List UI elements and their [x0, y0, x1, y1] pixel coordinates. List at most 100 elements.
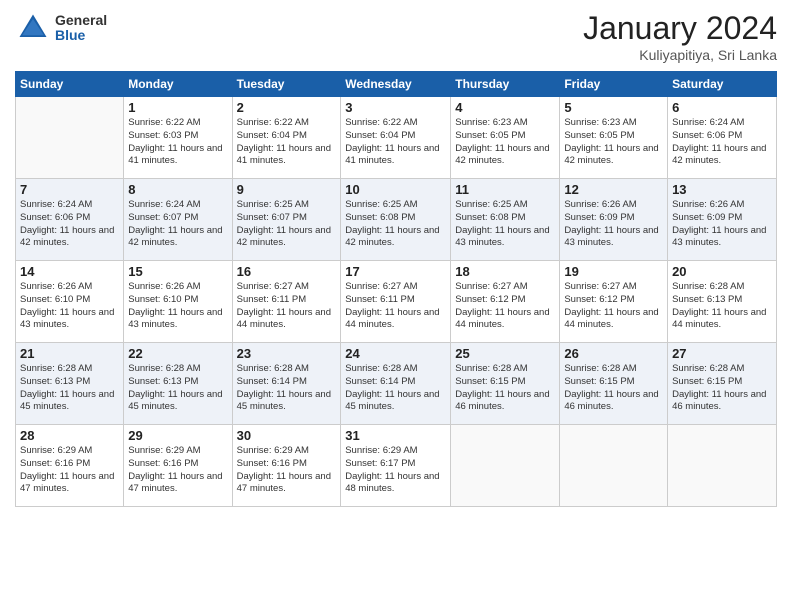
col-thursday: Thursday: [451, 72, 560, 97]
day-number: 12: [564, 182, 663, 197]
logo: General Blue: [15, 10, 107, 46]
table-row: 5Sunrise: 6:23 AMSunset: 6:05 PMDaylight…: [560, 97, 668, 179]
day-info: Sunrise: 6:22 AMSunset: 6:04 PMDaylight:…: [345, 117, 446, 168]
table-row: [16, 97, 124, 179]
logo-blue: Blue: [55, 28, 107, 43]
day-number: 21: [20, 346, 119, 361]
table-row: [560, 425, 668, 507]
day-info: Sunrise: 6:22 AMSunset: 6:04 PMDaylight:…: [237, 117, 337, 168]
day-number: 13: [672, 182, 772, 197]
day-number: 30: [237, 428, 337, 443]
col-monday: Monday: [124, 72, 232, 97]
day-number: 2: [237, 100, 337, 115]
day-number: 1: [128, 100, 227, 115]
day-info: Sunrise: 6:27 AMSunset: 6:12 PMDaylight:…: [455, 281, 555, 332]
table-row: 6 Sunrise: 6:24 AMSunset: 6:06 PMDaylight…: [668, 97, 777, 179]
table-row: 25 Sunrise: 6:28 AMSunset: 6:15 PMDayligh…: [451, 343, 560, 425]
table-row: 3 Sunrise: 6:22 AMSunset: 6:04 PMDaylight…: [341, 97, 451, 179]
table-row: 23Sunrise: 6:28 AMSunset: 6:14 PMDayligh…: [232, 343, 341, 425]
col-friday: Friday: [560, 72, 668, 97]
calendar-row: 28 Sunrise: 6:29 AMSunset: 6:16 PMDayligh…: [16, 425, 777, 507]
calendar-table: Sunday Monday Tuesday Wednesday Thursday…: [15, 71, 777, 507]
day-number: 4: [455, 100, 555, 115]
day-info: Sunrise: 6:27 AMSunset: 6:12 PMDaylight:…: [564, 281, 663, 332]
table-row: 26Sunrise: 6:28 AMSunset: 6:15 PMDayligh…: [560, 343, 668, 425]
day-number: 15: [128, 264, 227, 279]
day-info: Sunrise: 6:24 AMSunset: 6:06 PMDaylight:…: [20, 199, 119, 250]
day-number: 27: [672, 346, 772, 361]
day-number: 11: [455, 182, 555, 197]
calendar-row: 14Sunrise: 6:26 AMSunset: 6:10 PMDayligh…: [16, 261, 777, 343]
calendar-row: 1 Sunrise: 6:22 AMSunset: 6:03 PMDaylight…: [16, 97, 777, 179]
day-info: Sunrise: 6:28 AMSunset: 6:13 PMDaylight:…: [128, 363, 227, 414]
table-row: 11Sunrise: 6:25 AMSunset: 6:08 PMDayligh…: [451, 179, 560, 261]
day-info: Sunrise: 6:22 AMSunset: 6:03 PMDaylight:…: [128, 117, 227, 168]
location-subtitle: Kuliyapitiya, Sri Lanka: [583, 47, 777, 63]
day-number: 6: [672, 100, 772, 115]
day-number: 7: [20, 182, 119, 197]
title-section: January 2024 Kuliyapitiya, Sri Lanka: [583, 10, 777, 63]
day-info: Sunrise: 6:29 AMSunset: 6:17 PMDaylight:…: [345, 445, 446, 496]
page-header: General Blue January 2024 Kuliyapitiya, …: [15, 10, 777, 63]
day-number: 3: [345, 100, 446, 115]
table-row: 24 Sunrise: 6:28 AMSunset: 6:14 PMDayligh…: [341, 343, 451, 425]
table-row: 29 Sunrise: 6:29 AMSunset: 6:16 PMDayligh…: [124, 425, 232, 507]
day-number: 25: [455, 346, 555, 361]
day-number: 16: [237, 264, 337, 279]
table-row: 10 Sunrise: 6:25 AMSunset: 6:08 PMDayligh…: [341, 179, 451, 261]
day-info: Sunrise: 6:23 AMSunset: 6:05 PMDaylight:…: [455, 117, 555, 168]
day-info: Sunrise: 6:26 AMSunset: 6:09 PMDaylight:…: [564, 199, 663, 250]
month-title: January 2024: [583, 10, 777, 47]
table-row: 13 Sunrise: 6:26 AMSunset: 6:09 PMDayligh…: [668, 179, 777, 261]
day-info: Sunrise: 6:26 AMSunset: 6:10 PMDaylight:…: [20, 281, 119, 332]
table-row: 30 Sunrise: 6:29 AMSunset: 6:16 PMDayligh…: [232, 425, 341, 507]
day-info: Sunrise: 6:28 AMSunset: 6:15 PMDaylight:…: [455, 363, 555, 414]
day-info: Sunrise: 6:28 AMSunset: 6:14 PMDaylight:…: [237, 363, 337, 414]
day-number: 5: [564, 100, 663, 115]
day-info: Sunrise: 6:26 AMSunset: 6:09 PMDaylight:…: [672, 199, 772, 250]
page-container: General Blue January 2024 Kuliyapitiya, …: [0, 0, 792, 612]
table-row: 9 Sunrise: 6:25 AMSunset: 6:07 PMDaylight…: [232, 179, 341, 261]
table-row: 21Sunrise: 6:28 AMSunset: 6:13 PMDayligh…: [16, 343, 124, 425]
calendar-row: 7 Sunrise: 6:24 AMSunset: 6:06 PMDaylight…: [16, 179, 777, 261]
table-row: 31 Sunrise: 6:29 AMSunset: 6:17 PMDayligh…: [341, 425, 451, 507]
day-info: Sunrise: 6:29 AMSunset: 6:16 PMDaylight:…: [20, 445, 119, 496]
table-row: 28 Sunrise: 6:29 AMSunset: 6:16 PMDayligh…: [16, 425, 124, 507]
table-row: 12 Sunrise: 6:26 AMSunset: 6:09 PMDayligh…: [560, 179, 668, 261]
table-row: 15 Sunrise: 6:26 AMSunset: 6:10 PMDayligh…: [124, 261, 232, 343]
day-info: Sunrise: 6:24 AMSunset: 6:06 PMDaylight:…: [672, 117, 772, 168]
col-tuesday: Tuesday: [232, 72, 341, 97]
day-info: Sunrise: 6:25 AMSunset: 6:07 PMDaylight:…: [237, 199, 337, 250]
col-wednesday: Wednesday: [341, 72, 451, 97]
table-row: 18Sunrise: 6:27 AMSunset: 6:12 PMDayligh…: [451, 261, 560, 343]
day-info: Sunrise: 6:27 AMSunset: 6:11 PMDaylight:…: [345, 281, 446, 332]
day-number: 8: [128, 182, 227, 197]
day-info: Sunrise: 6:26 AMSunset: 6:10 PMDaylight:…: [128, 281, 227, 332]
day-info: Sunrise: 6:29 AMSunset: 6:16 PMDaylight:…: [237, 445, 337, 496]
day-info: Sunrise: 6:28 AMSunset: 6:15 PMDaylight:…: [672, 363, 772, 414]
table-row: 7 Sunrise: 6:24 AMSunset: 6:06 PMDaylight…: [16, 179, 124, 261]
table-row: 20 Sunrise: 6:28 AMSunset: 6:13 PMDayligh…: [668, 261, 777, 343]
day-number: 29: [128, 428, 227, 443]
table-row: 19 Sunrise: 6:27 AMSunset: 6:12 PMDayligh…: [560, 261, 668, 343]
day-number: 17: [345, 264, 446, 279]
day-info: Sunrise: 6:27 AMSunset: 6:11 PMDaylight:…: [237, 281, 337, 332]
calendar-row: 21 Sunrise: 6:28 AMSunset: 6:13 PMDayligh…: [16, 343, 777, 425]
day-number: 24: [345, 346, 446, 361]
day-info: Sunrise: 6:28 AMSunset: 6:13 PMDaylight:…: [672, 281, 772, 332]
table-row: 22Sunrise: 6:28 AMSunset: 6:13 PMDayligh…: [124, 343, 232, 425]
day-number: 31: [345, 428, 446, 443]
day-number: 10: [345, 182, 446, 197]
day-info: Sunrise: 6:28 AMSunset: 6:14 PMDaylight:…: [345, 363, 446, 414]
calendar-header-row: Sunday Monday Tuesday Wednesday Thursday…: [16, 72, 777, 97]
day-number: 20: [672, 264, 772, 279]
table-row: [451, 425, 560, 507]
day-info: Sunrise: 6:25 AMSunset: 6:08 PMDaylight:…: [345, 199, 446, 250]
table-row: 17 Sunrise: 6:27 AMSunset: 6:11 PMDayligh…: [341, 261, 451, 343]
day-number: 19: [564, 264, 663, 279]
table-row: 4 Sunrise: 6:23 AMSunset: 6:05 PMDaylight…: [451, 97, 560, 179]
day-info: Sunrise: 6:29 AMSunset: 6:16 PMDaylight:…: [128, 445, 227, 496]
day-number: 28: [20, 428, 119, 443]
day-number: 26: [564, 346, 663, 361]
day-number: 9: [237, 182, 337, 197]
